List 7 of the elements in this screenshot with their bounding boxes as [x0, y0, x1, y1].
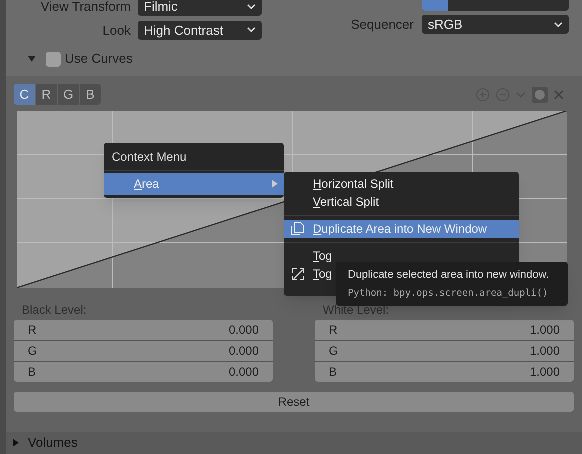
- field-label: Sequencer: [350, 16, 414, 34]
- field-label: Look: [102, 22, 131, 40]
- tooltip-text: Duplicate selected area into new window.: [348, 268, 550, 283]
- python-path: Python: bpy.ops.screen.area_dupli(): [348, 287, 550, 302]
- checkbox-label: Use Curves: [65, 50, 133, 68]
- field-label: View Transform: [40, 0, 131, 16]
- menu-title: Context Menu: [104, 143, 284, 171]
